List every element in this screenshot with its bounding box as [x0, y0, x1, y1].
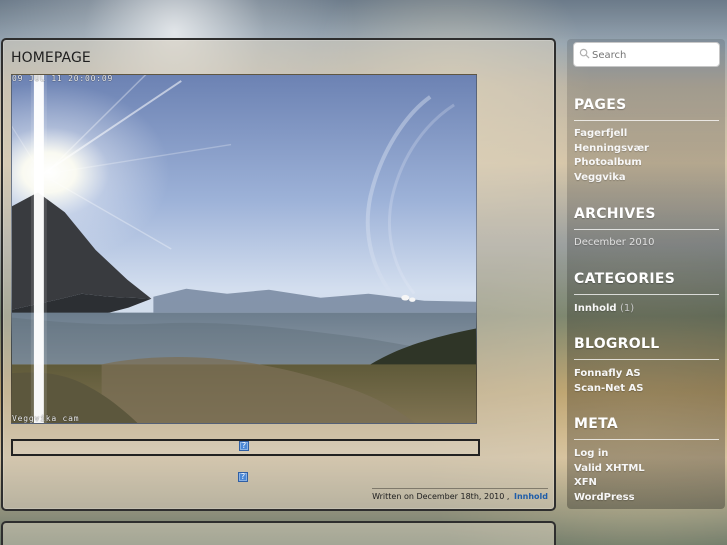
pages-divider [574, 120, 719, 121]
blogroll-link-fonnafly[interactable]: Fonnafly AS [574, 368, 641, 379]
blogroll-link-scan-net[interactable]: Scan-Net AS [574, 383, 644, 394]
meta-heading: META [574, 416, 618, 432]
page-link-veggvika[interactable]: Veggvika [574, 172, 626, 183]
blogroll-divider [574, 359, 719, 360]
page-title: HOMEPAGE [11, 50, 91, 66]
webcam-image: 09 JUL 11 20:00:09 Veggvika cam [11, 74, 477, 424]
archives-heading: ARCHIVES [574, 206, 656, 222]
meta-divider [574, 439, 719, 440]
help-icon[interactable]: ? [238, 472, 248, 482]
page-link-henningsvaer[interactable]: Henningsvær [574, 143, 649, 154]
help-icon[interactable]: ? [239, 441, 249, 451]
meta-link-wordpress[interactable]: WordPress [574, 492, 635, 503]
blogroll-heading: BLOGROLL [574, 336, 660, 352]
sidebar: PAGES Fagerfjell Henningsvær Photoalbum … [567, 39, 725, 509]
category-link[interactable]: Innhold [514, 492, 548, 501]
post-date-text: Written on December 18th, 2010 , [372, 492, 510, 501]
search-input[interactable] [592, 46, 714, 64]
meta-link-valid-xhtml[interactable]: Valid XHTML [574, 463, 645, 474]
page-link-fagerfjell[interactable]: Fagerfjell [574, 128, 627, 139]
post-meta: Written on December 18th, 2010 , Innhold [372, 488, 548, 501]
category-count: (1) [620, 303, 635, 314]
meta-link-login[interactable]: Log in [574, 448, 608, 459]
search-icon [579, 48, 590, 59]
webcam-caption: Veggvika cam [12, 414, 80, 423]
category-item-innhold[interactable]: Innhold (1) [574, 303, 634, 314]
categories-divider [574, 294, 719, 295]
webcam-scene [12, 75, 476, 423]
webcam-timestamp: 09 JUL 11 20:00:09 [12, 74, 114, 83]
archive-link-december-2010[interactable]: December 2010 [574, 237, 654, 248]
main-content-panel: HOMEPAGE 09 JUL 11 20:00:09 Veggvika cam… [1, 38, 556, 511]
category-link-innhold[interactable]: Innhold [574, 303, 617, 314]
meta-link-xfn[interactable]: XFN [574, 477, 597, 488]
categories-heading: CATEGORIES [574, 271, 676, 287]
pages-heading: PAGES [574, 97, 627, 113]
search-box[interactable] [573, 42, 720, 67]
page-link-photoalbum[interactable]: Photoalbum [574, 157, 642, 168]
archives-divider [574, 229, 719, 230]
next-post-panel [1, 521, 556, 545]
